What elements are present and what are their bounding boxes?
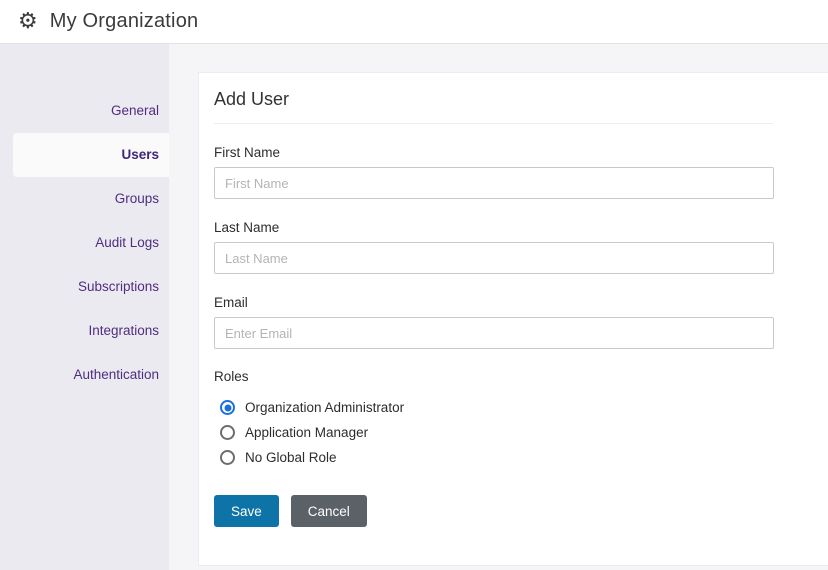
first-name-field[interactable] — [214, 167, 774, 199]
roles-label: Roles — [214, 369, 773, 384]
page-title: My Organization — [50, 10, 199, 33]
sidebar-item-users[interactable]: Users — [13, 133, 169, 177]
role-option-organization-administrator[interactable]: Organization Administrator — [220, 400, 773, 415]
last-name-field[interactable] — [214, 242, 774, 274]
sidebar-item-audit-logs[interactable]: Audit Logs — [0, 221, 169, 265]
sidebar-item-subscriptions[interactable]: Subscriptions — [0, 265, 169, 309]
first-name-label: First Name — [214, 145, 773, 160]
settings-sidebar: General Users Groups Audit Logs Subscrip… — [0, 44, 169, 570]
save-button[interactable]: Save — [214, 495, 279, 527]
radio-button-icon[interactable] — [220, 425, 235, 440]
role-option-label: Application Manager — [245, 425, 368, 440]
add-user-card: Add User First Name Last Name Email Role… — [198, 72, 828, 566]
email-field[interactable] — [214, 317, 774, 349]
sidebar-item-integrations[interactable]: Integrations — [0, 309, 169, 353]
app-window: ⚙ My Organization General Users Groups A… — [0, 0, 828, 570]
role-option-label: Organization Administrator — [245, 400, 404, 415]
sidebar-item-groups[interactable]: Groups — [0, 177, 169, 221]
radio-button-icon[interactable] — [220, 450, 235, 465]
cancel-button[interactable]: Cancel — [291, 495, 367, 527]
radio-button-icon[interactable] — [220, 400, 235, 415]
sidebar-item-general[interactable]: General — [0, 89, 169, 133]
role-option-application-manager[interactable]: Application Manager — [220, 425, 773, 440]
form-title: Add User — [214, 89, 773, 124]
email-label: Email — [214, 295, 773, 310]
app-header: ⚙ My Organization — [0, 0, 828, 44]
last-name-label: Last Name — [214, 220, 773, 235]
form-actions: Save Cancel — [214, 495, 773, 527]
role-option-label: No Global Role — [245, 450, 337, 465]
main-content-area: Add User First Name Last Name Email Role… — [169, 44, 828, 570]
gear-icon: ⚙ — [18, 10, 38, 32]
sidebar-item-authentication[interactable]: Authentication — [0, 353, 169, 397]
role-option-no-global-role[interactable]: No Global Role — [220, 450, 773, 465]
